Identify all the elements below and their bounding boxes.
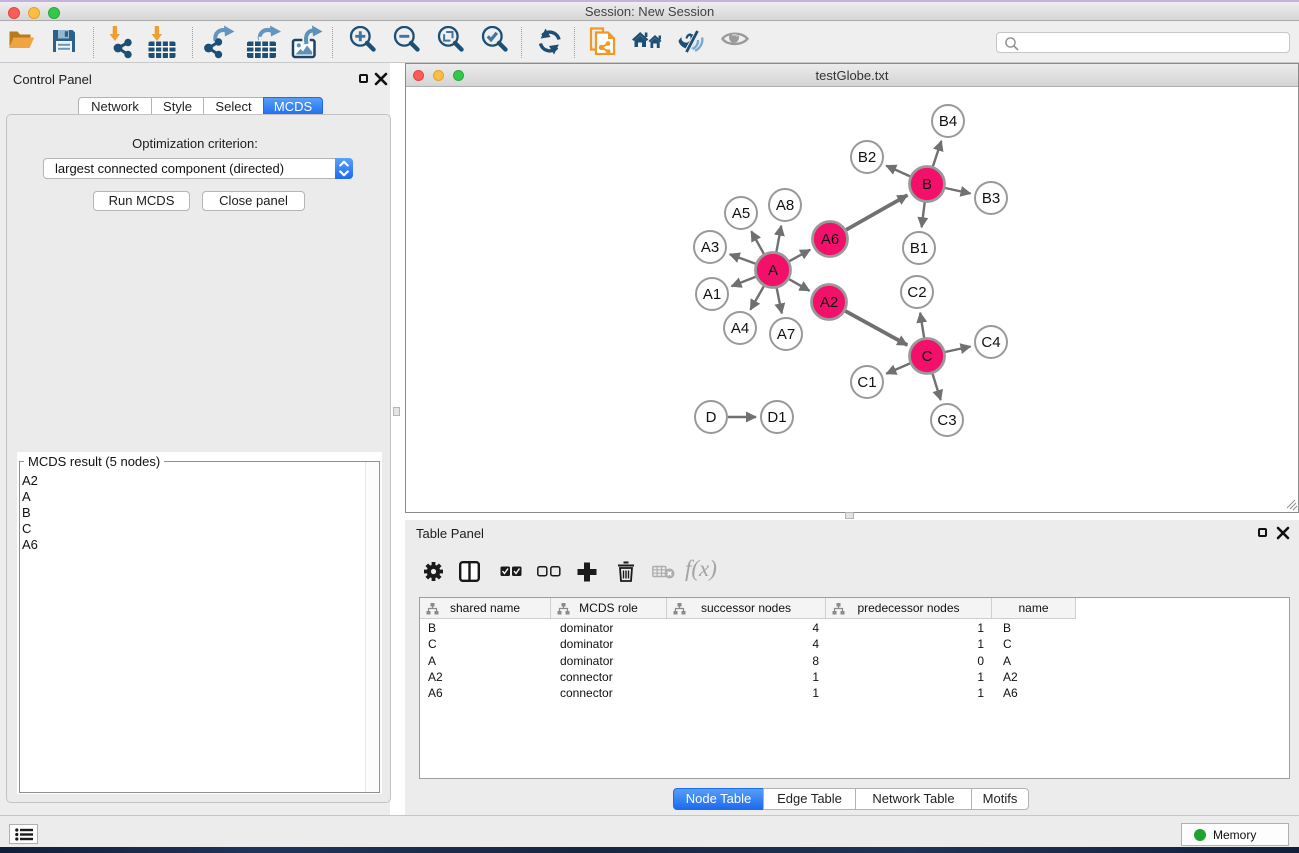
svg-text:A8: A8 bbox=[776, 197, 794, 214]
svg-text:A5: A5 bbox=[732, 205, 750, 222]
svg-text:A7: A7 bbox=[777, 326, 795, 343]
svg-text:C3: C3 bbox=[937, 412, 956, 429]
svg-text:A6: A6 bbox=[821, 231, 839, 248]
svg-text:A2: A2 bbox=[820, 294, 838, 311]
svg-text:A3: A3 bbox=[701, 239, 719, 256]
svg-text:C1: C1 bbox=[857, 374, 876, 391]
svg-text:B3: B3 bbox=[982, 190, 1000, 207]
svg-text:A4: A4 bbox=[731, 320, 749, 337]
svg-text:C: C bbox=[922, 348, 933, 365]
svg-text:A1: A1 bbox=[703, 286, 721, 303]
svg-text:B4: B4 bbox=[939, 113, 957, 130]
svg-text:B1: B1 bbox=[910, 240, 928, 257]
svg-text:B: B bbox=[922, 176, 932, 193]
svg-text:D: D bbox=[706, 409, 717, 426]
svg-text:D1: D1 bbox=[767, 409, 786, 426]
svg-text:B2: B2 bbox=[858, 149, 876, 166]
svg-text:C4: C4 bbox=[981, 334, 1000, 351]
svg-text:C2: C2 bbox=[907, 284, 926, 301]
svg-text:A: A bbox=[768, 262, 778, 279]
